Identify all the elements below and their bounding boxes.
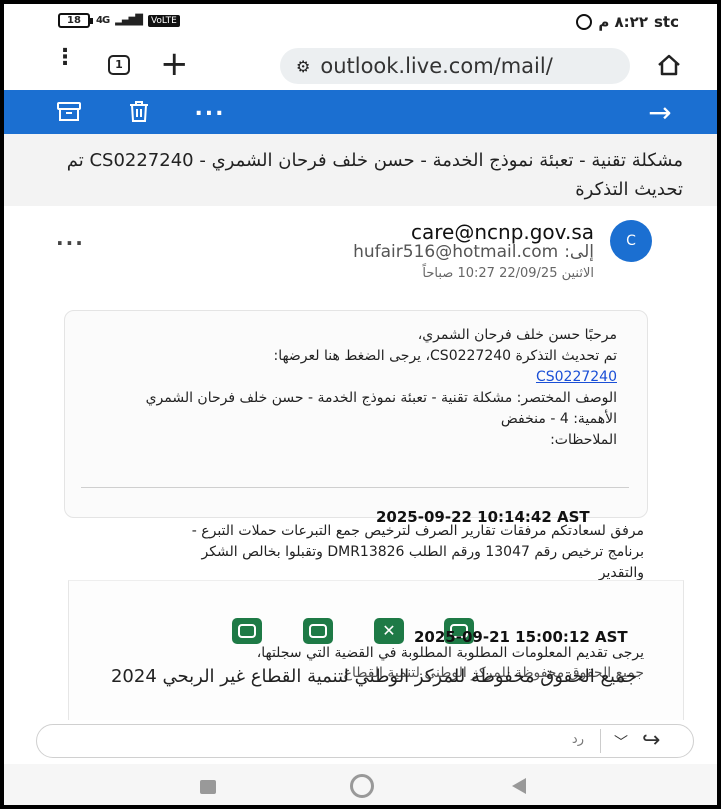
whatsapp-icon[interactable] <box>232 618 262 644</box>
message-subject: مشكلة تقنية - تعبئة نموذج الخدمة - حسن خ… <box>4 134 717 206</box>
sender-avatar[interactable]: C <box>610 220 652 262</box>
linkedin-icon[interactable] <box>303 618 333 644</box>
update-text-2: يرجى تقديم المعلومات المطلوبة المطلوبة ف… <box>256 645 644 661</box>
tabs-button[interactable]: 1 <box>108 55 130 75</box>
reply-box[interactable] <box>36 724 694 758</box>
battery-icon: 18 <box>58 13 93 28</box>
signal-bars-icon: ▂▄▆█ <box>115 15 143 26</box>
reply-icon[interactable]: ↪ <box>642 728 660 753</box>
update-text: مرفق لسعادتكم مرفقات تقارير الصرف لترخيص… <box>191 523 644 581</box>
mail-toolbar: ... → <box>4 90 717 134</box>
site-settings-icon[interactable]: ⚙ <box>296 57 310 76</box>
description-line: الوصف المختصر: مشكلة تقنية - تعبئة نموذج… <box>145 390 617 406</box>
next-message-icon[interactable]: → <box>640 90 680 134</box>
notes-label: الملاحظات: <box>550 432 617 448</box>
recents-icon[interactable] <box>200 780 216 794</box>
message-more-icon[interactable]: ... <box>56 226 85 250</box>
recipient-email[interactable]: hufair516@hotmail.com <box>353 242 558 262</box>
status-bar: 18 4G ▂▄▆█ VoLTE ٨:٢٢ م stc <box>4 4 717 42</box>
url-text: outlook.live.com/mail/ <box>320 54 553 78</box>
greeting-text: مرحبًا حسن خلف فرحان الشمري، <box>417 327 617 343</box>
home-nav-icon[interactable] <box>350 774 374 798</box>
x-icon[interactable]: ✕ <box>374 618 404 644</box>
priority-line: الأهمية: 4 - منخفض <box>500 411 617 427</box>
message-datetime: الاثنين 22/09/25 10:27 صباحاً <box>422 266 594 281</box>
home-icon[interactable] <box>656 53 682 77</box>
recipient-line: إلى: hufair516@hotmail.com <box>274 242 594 262</box>
copyright-footer: جميع الحقوق محفوظة للمركز الوطني لتنمية … <box>110 666 638 687</box>
reply-placeholder[interactable]: رد <box>484 732 584 747</box>
recipient-label: إلى: <box>564 242 594 262</box>
alarm-icon <box>576 14 593 30</box>
archive-icon[interactable] <box>54 90 84 134</box>
ticket-link[interactable]: CS0227240 <box>87 367 617 388</box>
carrier-name: stc <box>654 13 679 31</box>
status-time: ٨:٢٢ م <box>598 13 648 31</box>
delete-icon[interactable] <box>124 90 154 134</box>
browser-menu-icon[interactable]: ⋮ <box>54 47 76 69</box>
more-actions-icon[interactable]: ... <box>190 90 230 134</box>
phone-screen: 18 4G ▂▄▆█ VoLTE ٨:٢٢ م stc ⋮ 1 + ⚙ outl… <box>0 0 721 809</box>
address-bar[interactable]: ⚙ outlook.live.com/mail/ <box>280 48 630 84</box>
reply-separator <box>600 729 601 753</box>
signal-icon: 4G <box>96 15 110 26</box>
new-tab-icon[interactable]: + <box>160 46 189 82</box>
sender-email[interactable]: care@ncnp.gov.sa <box>322 220 594 244</box>
message-body-card: مرحبًا حسن خلف فرحان الشمري، تم تحديث ال… <box>64 310 648 518</box>
update-date-2: 2025-09-21 15:00:12 AST <box>414 628 628 646</box>
chevron-down-icon[interactable]: ﹀ <box>614 732 628 752</box>
divider <box>81 487 629 488</box>
volte-icon: VoLTE <box>147 14 180 27</box>
back-icon[interactable] <box>512 778 526 794</box>
browser-bar: ⋮ 1 + ⚙ outlook.live.com/mail/ <box>4 42 717 90</box>
ticket-line: تم تحديث التذكرة CS0227240، يرجى الضغط ه… <box>273 348 617 364</box>
